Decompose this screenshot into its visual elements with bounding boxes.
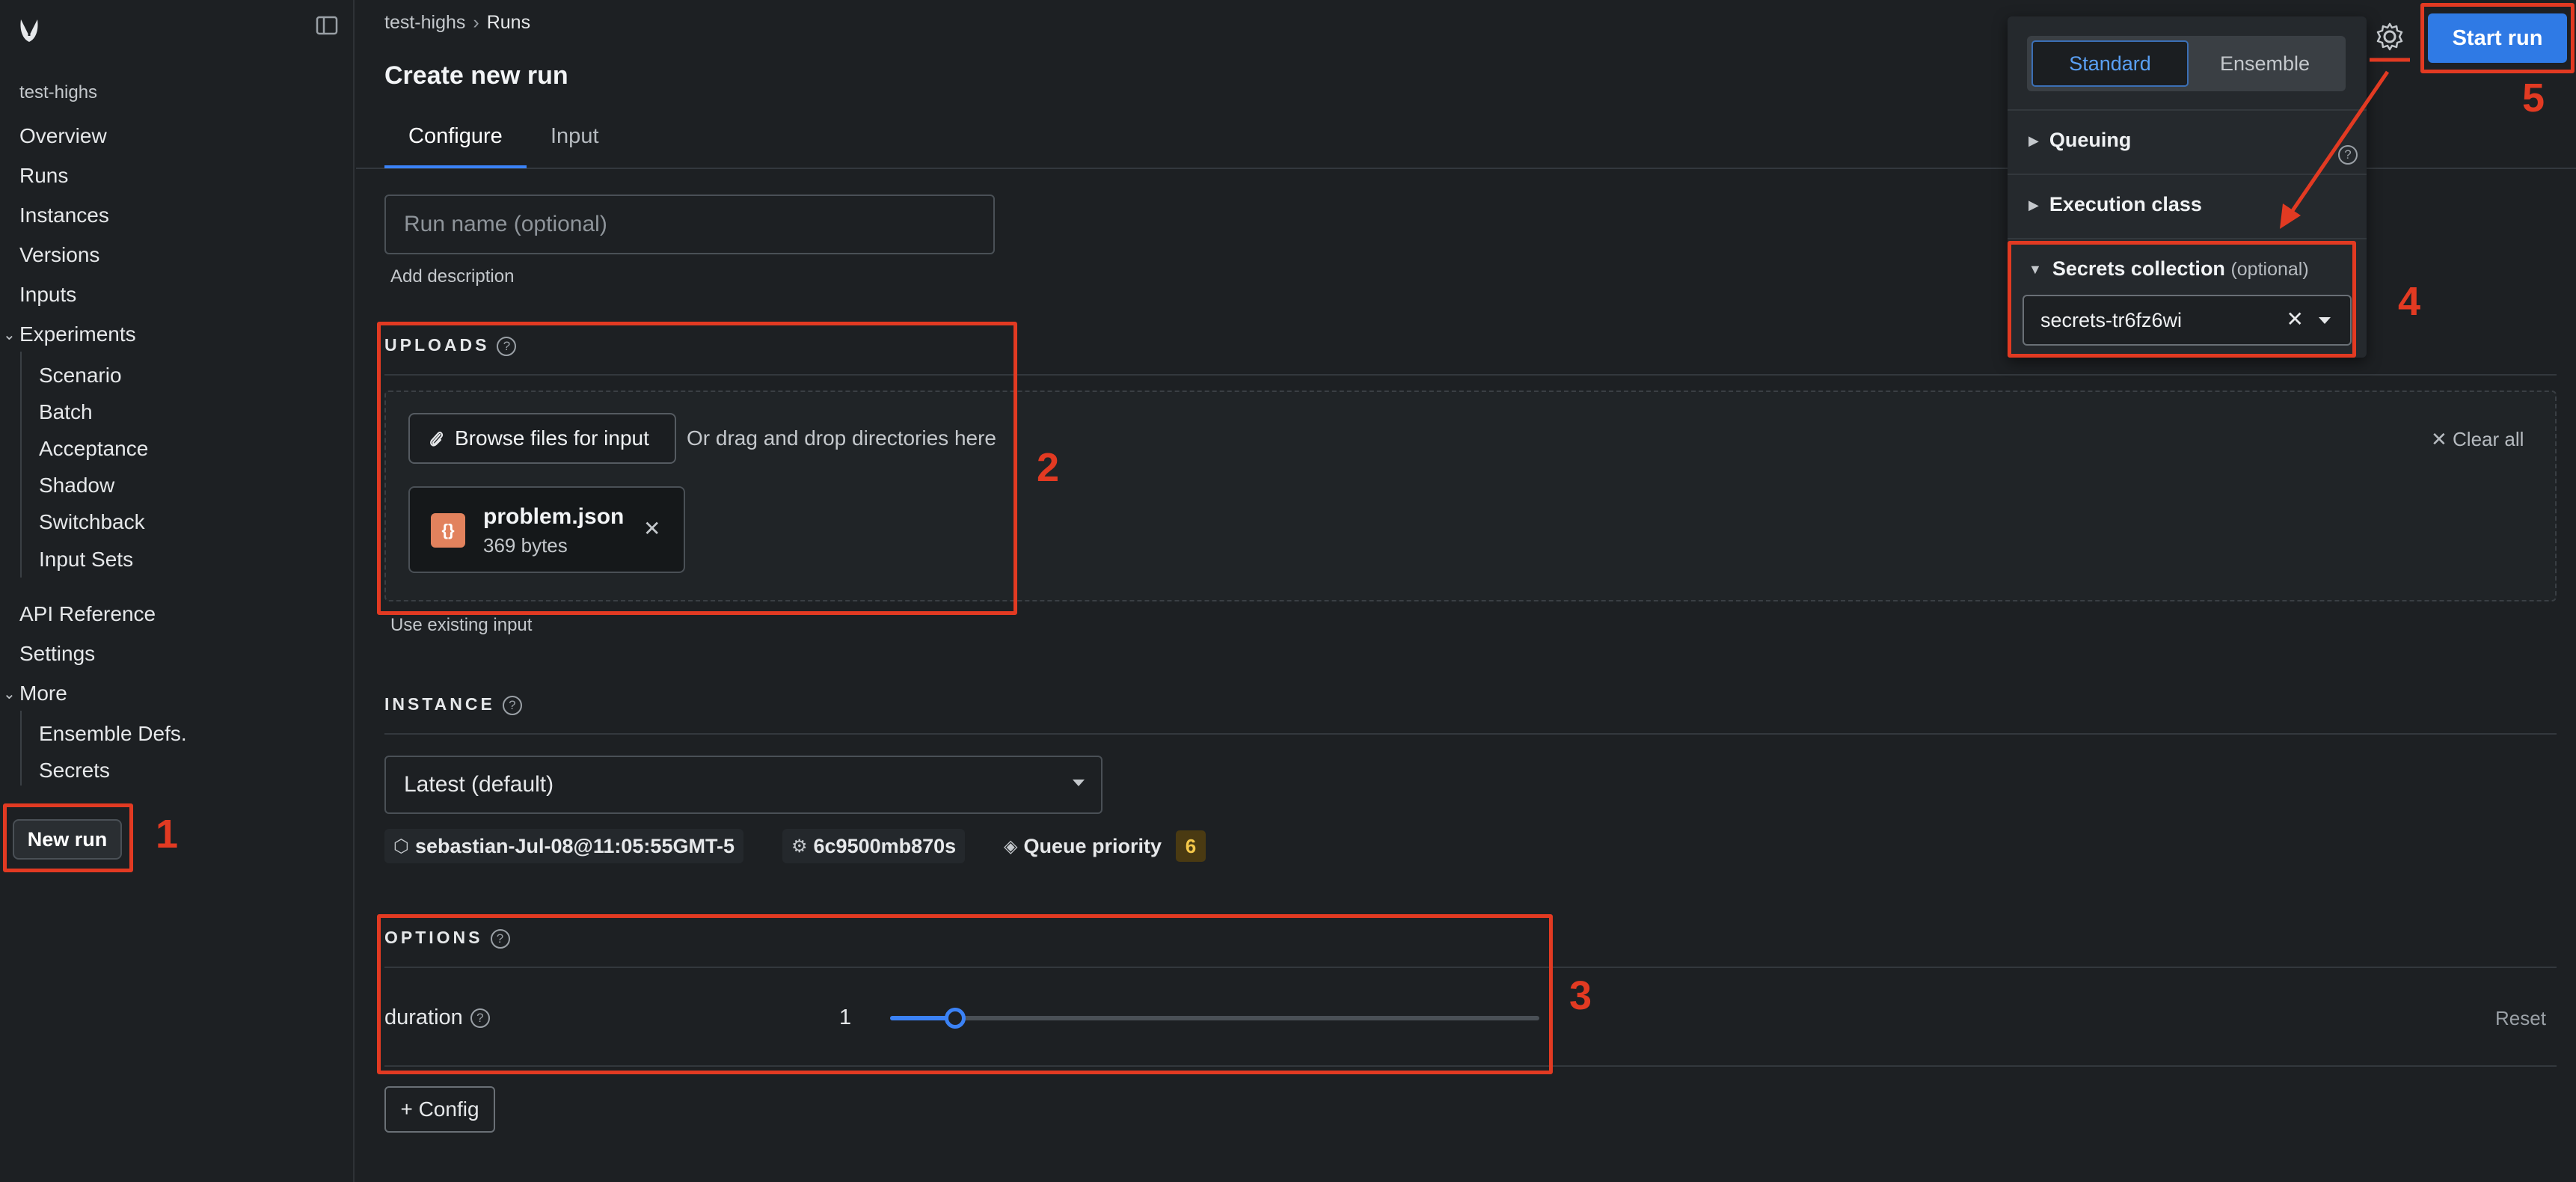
- instance-id-label: 6c9500mb870s: [813, 834, 957, 857]
- execution-class-row[interactable]: ▶ Execution class: [2028, 193, 2202, 216]
- sidebar-item-inputs[interactable]: Inputs: [19, 283, 76, 307]
- add-description-link[interactable]: Add description: [390, 266, 514, 287]
- annotation-number-3: 3: [1569, 973, 1592, 1018]
- queuing-label: Queuing: [2049, 129, 2132, 151]
- section-divider: [384, 733, 2557, 735]
- annotation-box-2: [377, 322, 1017, 615]
- tab-configure[interactable]: Configure: [408, 124, 503, 149]
- sidebar-item-more-label: More: [19, 682, 67, 705]
- annotation-box-5: [2420, 3, 2575, 73]
- annotation-number-5: 5: [2522, 76, 2545, 120]
- breadcrumb: test-highs › Runs: [384, 12, 530, 34]
- breadcrumb-project[interactable]: test-highs: [384, 12, 465, 33]
- tab-input[interactable]: Input: [551, 124, 599, 149]
- breadcrumb-current[interactable]: Runs: [487, 12, 530, 33]
- clear-all-label: Clear all: [2453, 428, 2524, 450]
- cube-icon: ⬡: [393, 836, 409, 857]
- annotation-number-1: 1: [156, 812, 179, 857]
- instance-select-value: Latest (default): [404, 772, 554, 797]
- run-name-input[interactable]: Run name (optional): [384, 195, 995, 254]
- sidebar-item-batch[interactable]: Batch: [39, 400, 93, 424]
- tree-line: [20, 352, 22, 578]
- chevron-right-icon: ›: [473, 12, 479, 33]
- help-icon[interactable]: ?: [502, 695, 522, 715]
- sidebar-item-overview[interactable]: Overview: [19, 124, 107, 148]
- reset-button[interactable]: Reset: [2495, 1007, 2546, 1030]
- caret-right-icon: ▶: [2028, 133, 2039, 149]
- queue-priority-badge: 6: [1176, 830, 1206, 862]
- active-tab-indicator: [384, 165, 527, 168]
- annotation-box-1: [3, 803, 133, 872]
- chip-cpu-icon: ⚙: [791, 836, 808, 857]
- chevron-down-icon: ⌄: [3, 686, 16, 702]
- instance-id-chip: ⚙ 6c9500mb870s: [782, 829, 966, 863]
- add-config-button[interactable]: + Config: [384, 1086, 495, 1133]
- sidebar-item-ensemble-defs[interactable]: Ensemble Defs.: [39, 722, 187, 746]
- page-title: Create new run: [384, 61, 568, 90]
- annotation-box-4: [2008, 241, 2356, 358]
- queuing-row[interactable]: ▶ Queuing: [2028, 129, 2131, 152]
- popover-divider: [2008, 238, 2367, 239]
- annotation-box-3: [377, 914, 1553, 1074]
- caret-down-icon: [1073, 780, 1085, 786]
- queue-priority-chip: ◈ Queue priority: [995, 829, 1171, 863]
- gear-icon[interactable]: [2373, 19, 2407, 54]
- instance-label: INSTANCE: [384, 694, 495, 714]
- sidebar: test-highs Overview Runs Instances Versi…: [0, 0, 355, 1182]
- version-chip-label: sebastian-Jul-08@11:05:55GMT-5: [414, 834, 735, 857]
- annotation-number-4: 4: [2398, 279, 2421, 324]
- mode-ensemble-button[interactable]: Ensemble: [2186, 40, 2344, 87]
- popover-divider: [2008, 174, 2367, 175]
- tree-line: [20, 711, 22, 786]
- sidebar-item-settings[interactable]: Settings: [19, 642, 95, 666]
- sidebar-item-instances[interactable]: Instances: [19, 203, 109, 227]
- sidebar-item-shadow[interactable]: Shadow: [39, 474, 114, 497]
- queue-priority-label: Queue priority: [1023, 834, 1162, 857]
- chevron-down-icon: ⌄: [3, 327, 16, 343]
- instance-select[interactable]: Latest (default): [384, 756, 1103, 814]
- run-mode-toggle: Standard Ensemble: [2027, 36, 2346, 91]
- sidebar-toggle-icon[interactable]: [316, 15, 338, 36]
- sidebar-item-runs[interactable]: Runs: [19, 164, 68, 188]
- sidebar-item-more[interactable]: ⌄ More: [3, 682, 67, 705]
- use-existing-input-link[interactable]: Use existing input: [390, 615, 532, 636]
- app-logo-icon[interactable]: [16, 15, 42, 45]
- help-icon[interactable]: ?: [2338, 145, 2358, 165]
- popover-divider: [2008, 109, 2367, 111]
- sidebar-item-input-sets[interactable]: Input Sets: [39, 548, 133, 572]
- sidebar-item-scenario[interactable]: Scenario: [39, 364, 122, 388]
- sidebar-item-secrets[interactable]: Secrets: [39, 759, 110, 783]
- version-chip: ⬡ sebastian-Jul-08@11:05:55GMT-5: [384, 829, 743, 863]
- project-name: test-highs: [19, 82, 98, 102]
- execution-class-label: Execution class: [2049, 193, 2202, 215]
- clear-all-button[interactable]: ✕ Clear all: [2431, 428, 2524, 451]
- sidebar-item-experiments[interactable]: ⌄ Experiments: [3, 322, 136, 346]
- sidebar-item-experiments-label: Experiments: [19, 322, 136, 346]
- close-icon: ✕: [2431, 428, 2447, 450]
- mode-standard-button[interactable]: Standard: [2031, 40, 2189, 87]
- app-window: test-highs Overview Runs Instances Versi…: [0, 0, 2576, 1182]
- layers-icon: ◈: [1004, 836, 1018, 857]
- sidebar-item-versions[interactable]: Versions: [19, 243, 99, 267]
- caret-right-icon: ▶: [2028, 197, 2039, 213]
- sidebar-item-api-reference[interactable]: API Reference: [19, 602, 156, 626]
- sidebar-item-switchback[interactable]: Switchback: [39, 510, 145, 534]
- sidebar-item-acceptance[interactable]: Acceptance: [39, 437, 148, 461]
- annotation-number-2: 2: [1037, 445, 1060, 490]
- instance-section-title: INSTANCE?: [384, 694, 522, 715]
